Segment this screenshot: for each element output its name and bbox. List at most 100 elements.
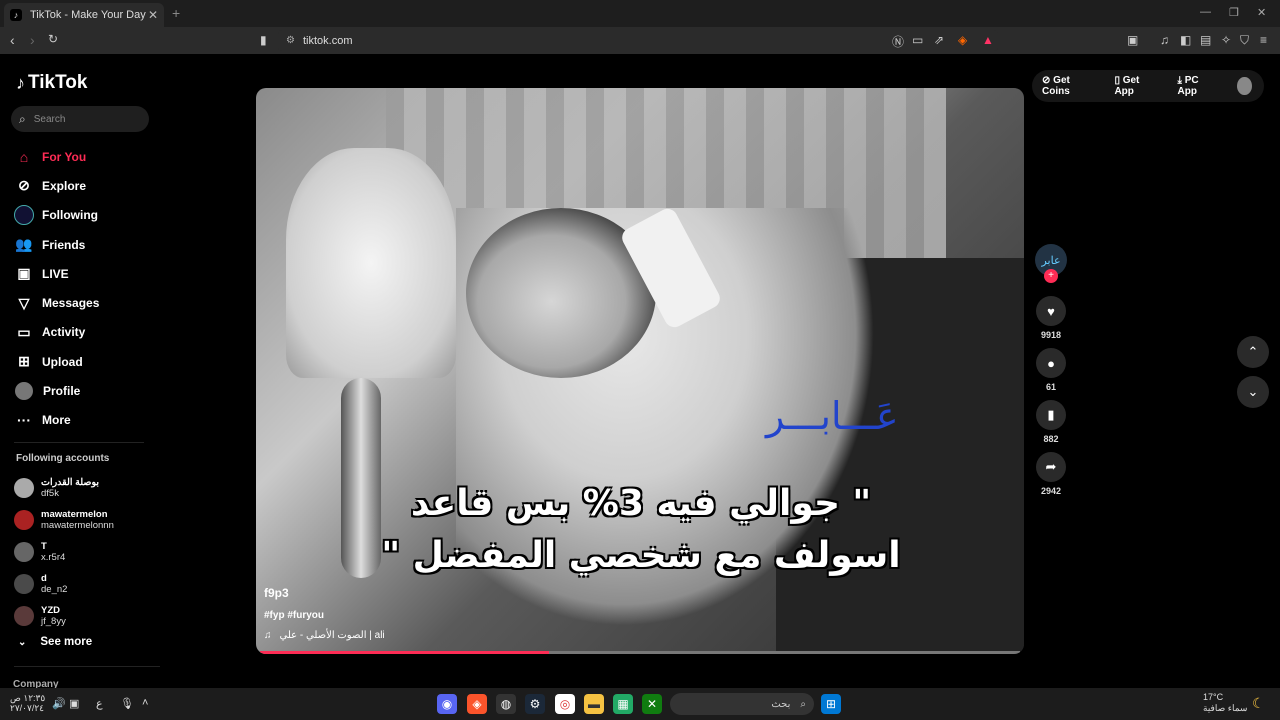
sidebar-item-friends[interactable]: 👥 Friends <box>14 230 99 259</box>
comment-icon: ● <box>1047 355 1055 371</box>
new-tab-button[interactable]: + <box>172 5 180 21</box>
avatar <box>14 574 34 594</box>
clock[interactable]: ١٢:٣٥ ص ٢٧/٠٧/٢٤ <box>10 693 45 713</box>
following-account-item[interactable]: mawatermelon mawatermelonnn <box>14 504 114 536</box>
rewards-icon[interactable]: ▲ <box>982 33 994 47</box>
reload-icon[interactable]: ↻ <box>48 32 58 46</box>
weather-widget[interactable]: 17°C سماء صافية <box>1203 692 1247 714</box>
save-button[interactable]: ▮ <box>1036 400 1066 430</box>
file-explorer-icon[interactable]: ▬ <box>584 694 604 714</box>
sidebar-item-activity[interactable]: ▭ Activity <box>14 318 99 347</box>
moon-icon: ☾ <box>1252 695 1265 711</box>
activity-icon: ▭ <box>17 323 31 340</box>
discord-icon[interactable]: ◉ <box>437 694 457 714</box>
account-handle: mawatermelonnn <box>41 520 114 531</box>
translate-icon[interactable]: Ⓝ <box>892 33 904 50</box>
sidebar-item-upload[interactable]: ⊞ Upload <box>14 347 99 376</box>
sidebar-panel-icon[interactable]: ▣ <box>1127 33 1138 47</box>
wallet-icon[interactable]: ▤ <box>1200 33 1211 47</box>
caption-line-2: اسولف مع شخصي المفضل " <box>381 535 901 576</box>
menu-icon[interactable]: ≡ <box>1260 33 1267 47</box>
sidebar-item-live[interactable]: ▣ LIVE <box>14 259 99 288</box>
nav-label: Profile <box>43 384 81 399</box>
video-progress-bar[interactable] <box>260 651 1020 654</box>
following-account-item[interactable]: YZD jf_8yy <box>14 600 114 632</box>
video-author[interactable]: f9p3 <box>264 586 289 600</box>
compass-icon: ⊘ <box>18 177 30 194</box>
video-hashtags[interactable]: #fyp #furyou <box>264 610 324 621</box>
video-progress-fill <box>260 651 549 654</box>
url-text: tiktok.com <box>302 34 353 47</box>
reader-icon[interactable]: ◧ <box>1180 33 1191 47</box>
bookmark-icon[interactable]: ▮ <box>260 33 267 47</box>
account-handle: jf_8yy <box>41 616 66 627</box>
back-icon[interactable]: ‹ <box>10 32 15 48</box>
messages-icon: ▽ <box>18 294 30 311</box>
share-icon[interactable]: ⇗ <box>934 33 944 47</box>
nav-label: More <box>42 413 71 428</box>
brave-icon[interactable]: ◈ <box>467 694 487 714</box>
get-app-label: Get App <box>1114 75 1140 97</box>
app-icon[interactable]: ◍ <box>496 694 516 714</box>
language-indicator[interactable]: ع <box>96 697 103 710</box>
browser-tab[interactable]: ♪ TikTok - Make Your Day ✕ <box>4 3 164 27</box>
sidebar-item-following[interactable]: Following <box>14 201 99 230</box>
tiktok-logo[interactable]: ♪ TikTok <box>16 72 87 94</box>
brave-shield-icon[interactable]: ◈ <box>958 33 967 47</box>
following-account-item[interactable]: بوصلة القدرات df5k <box>14 472 114 504</box>
store-icon[interactable]: ▦ <box>613 694 633 714</box>
sidebar-item-for-you[interactable]: ⌂ For You <box>14 142 99 171</box>
pc-app-button[interactable]: ⤓ PC App <box>1178 75 1224 97</box>
get-coins-button[interactable]: ⊘ Get Coins <box>1042 75 1100 97</box>
cast-icon[interactable]: ▭ <box>912 33 923 47</box>
video-caption-text: " جوالي فيه 3% بس قاعد اسولف مع شخصي الم… <box>316 478 966 582</box>
vpn-icon[interactable]: ⛉ <box>1240 33 1249 48</box>
xbox-icon[interactable]: ✕ <box>642 694 662 714</box>
search-input[interactable]: ⌕ Search <box>11 106 149 132</box>
profile-icon <box>15 382 33 401</box>
video-player[interactable]: عَـــابـــر " جوالي فيه 3% بس قاعد اسولف… <box>256 88 1024 654</box>
follow-plus-icon[interactable]: + <box>1044 269 1058 283</box>
site-info-icon[interactable]: ⚙ <box>286 35 295 46</box>
share-button[interactable]: ➦ <box>1036 452 1066 482</box>
steam-icon[interactable]: ⚙ <box>525 694 545 714</box>
minimize-icon[interactable]: — <box>1200 6 1211 18</box>
following-account-item[interactable]: d de_n2 <box>14 568 114 600</box>
account-name: T <box>41 541 47 552</box>
sidebar-divider <box>14 442 144 443</box>
tray-chevron-icon[interactable]: ˄ <box>142 697 148 709</box>
caption-line-1: " جوالي فيه 3% بس قاعد <box>410 483 872 524</box>
previous-video-button[interactable]: ⌃ <box>1237 336 1269 368</box>
like-count: 9918 <box>1040 330 1062 340</box>
video-actions: عابر + ♥ 9918 ● 61 ▮ 882 ➦ 2942 <box>1033 244 1069 504</box>
taskbar-search[interactable]: بحث ⌕ <box>670 693 814 715</box>
chrome-icon[interactable]: ◎ <box>555 694 575 714</box>
creator-avatar[interactable]: عابر + <box>1035 244 1067 283</box>
close-tab-icon[interactable]: ✕ <box>148 8 158 22</box>
maximize-icon[interactable]: ❐ <box>1229 6 1239 19</box>
user-avatar[interactable] <box>1237 77 1252 95</box>
share-arrow-icon: ➦ <box>1045 459 1057 474</box>
close-window-icon[interactable]: ✕ <box>1257 6 1266 19</box>
sidebar-item-messages[interactable]: ▽ Messages <box>14 288 100 317</box>
start-icon[interactable]: ⊞ <box>821 694 841 714</box>
sidebar-item-explore[interactable]: ⊘ Explore <box>14 171 99 200</box>
forward-icon[interactable]: › <box>30 32 35 48</box>
microphone-icon[interactable]: 🎙 <box>120 697 134 710</box>
comment-button[interactable]: ● <box>1036 348 1066 378</box>
video-frame-lamp <box>286 148 456 378</box>
video-sound[interactable]: ♫ الصوت الأصلي - علي | ali <box>264 630 385 641</box>
sidebar-item-profile[interactable]: Profile <box>14 376 99 405</box>
address-bar[interactable]: ⚙ tiktok.com <box>278 30 998 51</box>
following-account-item[interactable]: Tx.r5r4 <box>14 536 114 568</box>
network-icon[interactable]: ▣ <box>69 697 79 710</box>
next-video-button[interactable]: ⌄ <box>1237 376 1269 408</box>
chevron-down-icon: ⌄ <box>18 636 27 648</box>
music-icon[interactable]: ♫ <box>1160 33 1169 47</box>
volume-icon[interactable]: 🔊 <box>52 697 66 710</box>
see-more-button[interactable]: ⌄ See more <box>18 636 92 648</box>
like-button[interactable]: ♥ <box>1036 296 1066 326</box>
sidebar-item-more[interactable]: ··· More <box>14 406 99 435</box>
leo-icon[interactable]: ✧ <box>1221 33 1231 47</box>
get-app-button[interactable]: ▯ Get App <box>1114 75 1163 97</box>
